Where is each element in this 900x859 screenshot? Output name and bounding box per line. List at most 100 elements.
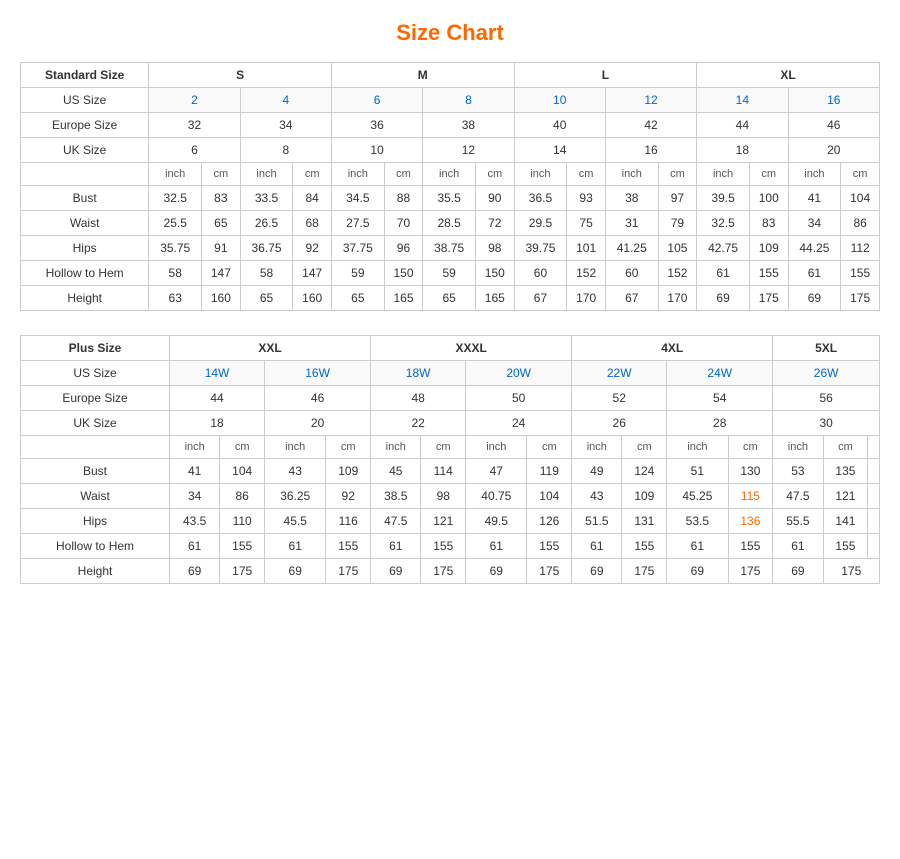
plus-hh-empty	[868, 534, 880, 559]
plus-bust-empty	[868, 459, 880, 484]
plus-hh-155-6: 155	[728, 534, 773, 559]
hips-label-1: Hips	[21, 236, 149, 261]
plus-uk-26: 26	[572, 411, 667, 436]
ht-65-1: 65	[240, 286, 293, 311]
ht-67-2: 67	[605, 286, 658, 311]
plus-unit-inch-7: inch	[773, 436, 823, 459]
plus-waist-label: Waist	[21, 484, 170, 509]
plus-bust-47: 47	[466, 459, 527, 484]
plus-bust-label: Bust	[21, 459, 170, 484]
uk-6: 6	[149, 138, 240, 163]
plus-bust-104: 104	[220, 459, 265, 484]
plus-hips-131: 131	[622, 509, 667, 534]
m-group-header: M	[331, 63, 514, 88]
plus-uk-22: 22	[371, 411, 466, 436]
bust-93: 93	[567, 186, 606, 211]
plus-us-24w: 24W	[667, 361, 773, 386]
s-group-header: S	[149, 63, 332, 88]
plus-eu-56: 56	[773, 386, 880, 411]
bust-39.5: 39.5	[697, 186, 750, 211]
plus-ht-69-6: 69	[667, 559, 728, 584]
bust-90: 90	[476, 186, 515, 211]
plus-hh-155-4: 155	[527, 534, 572, 559]
plus-bust-135: 135	[823, 459, 868, 484]
plus-hh-155-1: 155	[220, 534, 265, 559]
plus-bust-130: 130	[728, 459, 773, 484]
plus-hips-116: 116	[326, 509, 371, 534]
waist-27.5: 27.5	[331, 211, 384, 236]
plus-bust-109: 109	[326, 459, 371, 484]
hips-98: 98	[476, 236, 515, 261]
plus-eu-54: 54	[667, 386, 773, 411]
us-size-16: 16	[788, 88, 880, 113]
4xl-group-header: 4XL	[572, 336, 773, 361]
plus-ht-175-6: 175	[728, 559, 773, 584]
plus-waist-43: 43	[572, 484, 622, 509]
bust-33.5: 33.5	[240, 186, 293, 211]
plus-bust-114: 114	[421, 459, 466, 484]
plus-eu-46: 46	[265, 386, 371, 411]
plus-unit-inch-1: inch	[170, 436, 220, 459]
plus-hh-61-7: 61	[773, 534, 823, 559]
plus-hips-51.5: 51.5	[572, 509, 622, 534]
waist-72: 72	[476, 211, 515, 236]
plus-ht-69-3: 69	[371, 559, 421, 584]
standard-size-table: Standard Size S M L XL US Size 2 4 6 8 1…	[20, 62, 880, 311]
bust-84: 84	[293, 186, 332, 211]
plus-hips-110: 110	[220, 509, 265, 534]
waist-label-1: Waist	[21, 211, 149, 236]
hh-58-2: 58	[240, 261, 293, 286]
plus-bust-119: 119	[527, 459, 572, 484]
ht-175-1: 175	[749, 286, 788, 311]
unit-inch-8: inch	[788, 163, 841, 186]
hh-155-1: 155	[749, 261, 788, 286]
plus-waist-109: 109	[622, 484, 667, 509]
plus-unit-cm-4: cm	[527, 436, 572, 459]
plus-ht-175-1: 175	[220, 559, 265, 584]
plus-unit-inch-2: inch	[265, 436, 326, 459]
plus-bust-49: 49	[572, 459, 622, 484]
plus-us-size-label: US Size	[21, 361, 170, 386]
ht-69-1: 69	[697, 286, 750, 311]
waist-75: 75	[567, 211, 606, 236]
plus-europe-size-label: Europe Size	[21, 386, 170, 411]
hips-112: 112	[841, 236, 880, 261]
hips-92: 92	[293, 236, 332, 261]
plus-hh-61-5: 61	[572, 534, 622, 559]
eu-38: 38	[423, 113, 514, 138]
ht-170-1: 170	[567, 286, 606, 311]
hips-105: 105	[658, 236, 697, 261]
plus-hips-141: 141	[823, 509, 868, 534]
ht-67-1: 67	[514, 286, 567, 311]
hh-155-2: 155	[841, 261, 880, 286]
us-size-6: 6	[331, 88, 422, 113]
plus-unit-inch-5: inch	[572, 436, 622, 459]
waist-32.5: 32.5	[697, 211, 750, 236]
plus-ht-69-1: 69	[170, 559, 220, 584]
bust-36.5: 36.5	[514, 186, 567, 211]
plus-bust-51: 51	[667, 459, 728, 484]
waist-70: 70	[384, 211, 423, 236]
bust-83: 83	[202, 186, 241, 211]
plus-hh-61-3: 61	[371, 534, 421, 559]
unit-cm-5: cm	[567, 163, 606, 186]
hh-150-1: 150	[384, 261, 423, 286]
plus-waist-98: 98	[421, 484, 466, 509]
plus-unit-inch-3: inch	[371, 436, 421, 459]
hips-96: 96	[384, 236, 423, 261]
unit-inch-5: inch	[514, 163, 567, 186]
plus-hh-155-7: 155	[823, 534, 868, 559]
bust-88: 88	[384, 186, 423, 211]
us-size-10: 10	[514, 88, 605, 113]
plus-hips-53.5: 53.5	[667, 509, 728, 534]
plus-waist-empty	[868, 484, 880, 509]
uk-18: 18	[697, 138, 788, 163]
europe-size-label: Europe Size	[21, 113, 149, 138]
uk-size-label: UK Size	[21, 138, 149, 163]
bust-104: 104	[841, 186, 880, 211]
plus-hips-43.5: 43.5	[170, 509, 220, 534]
plus-uk-18: 18	[170, 411, 265, 436]
plus-waist-104: 104	[527, 484, 572, 509]
plus-us-18w: 18W	[371, 361, 466, 386]
hh-147-1: 147	[202, 261, 241, 286]
